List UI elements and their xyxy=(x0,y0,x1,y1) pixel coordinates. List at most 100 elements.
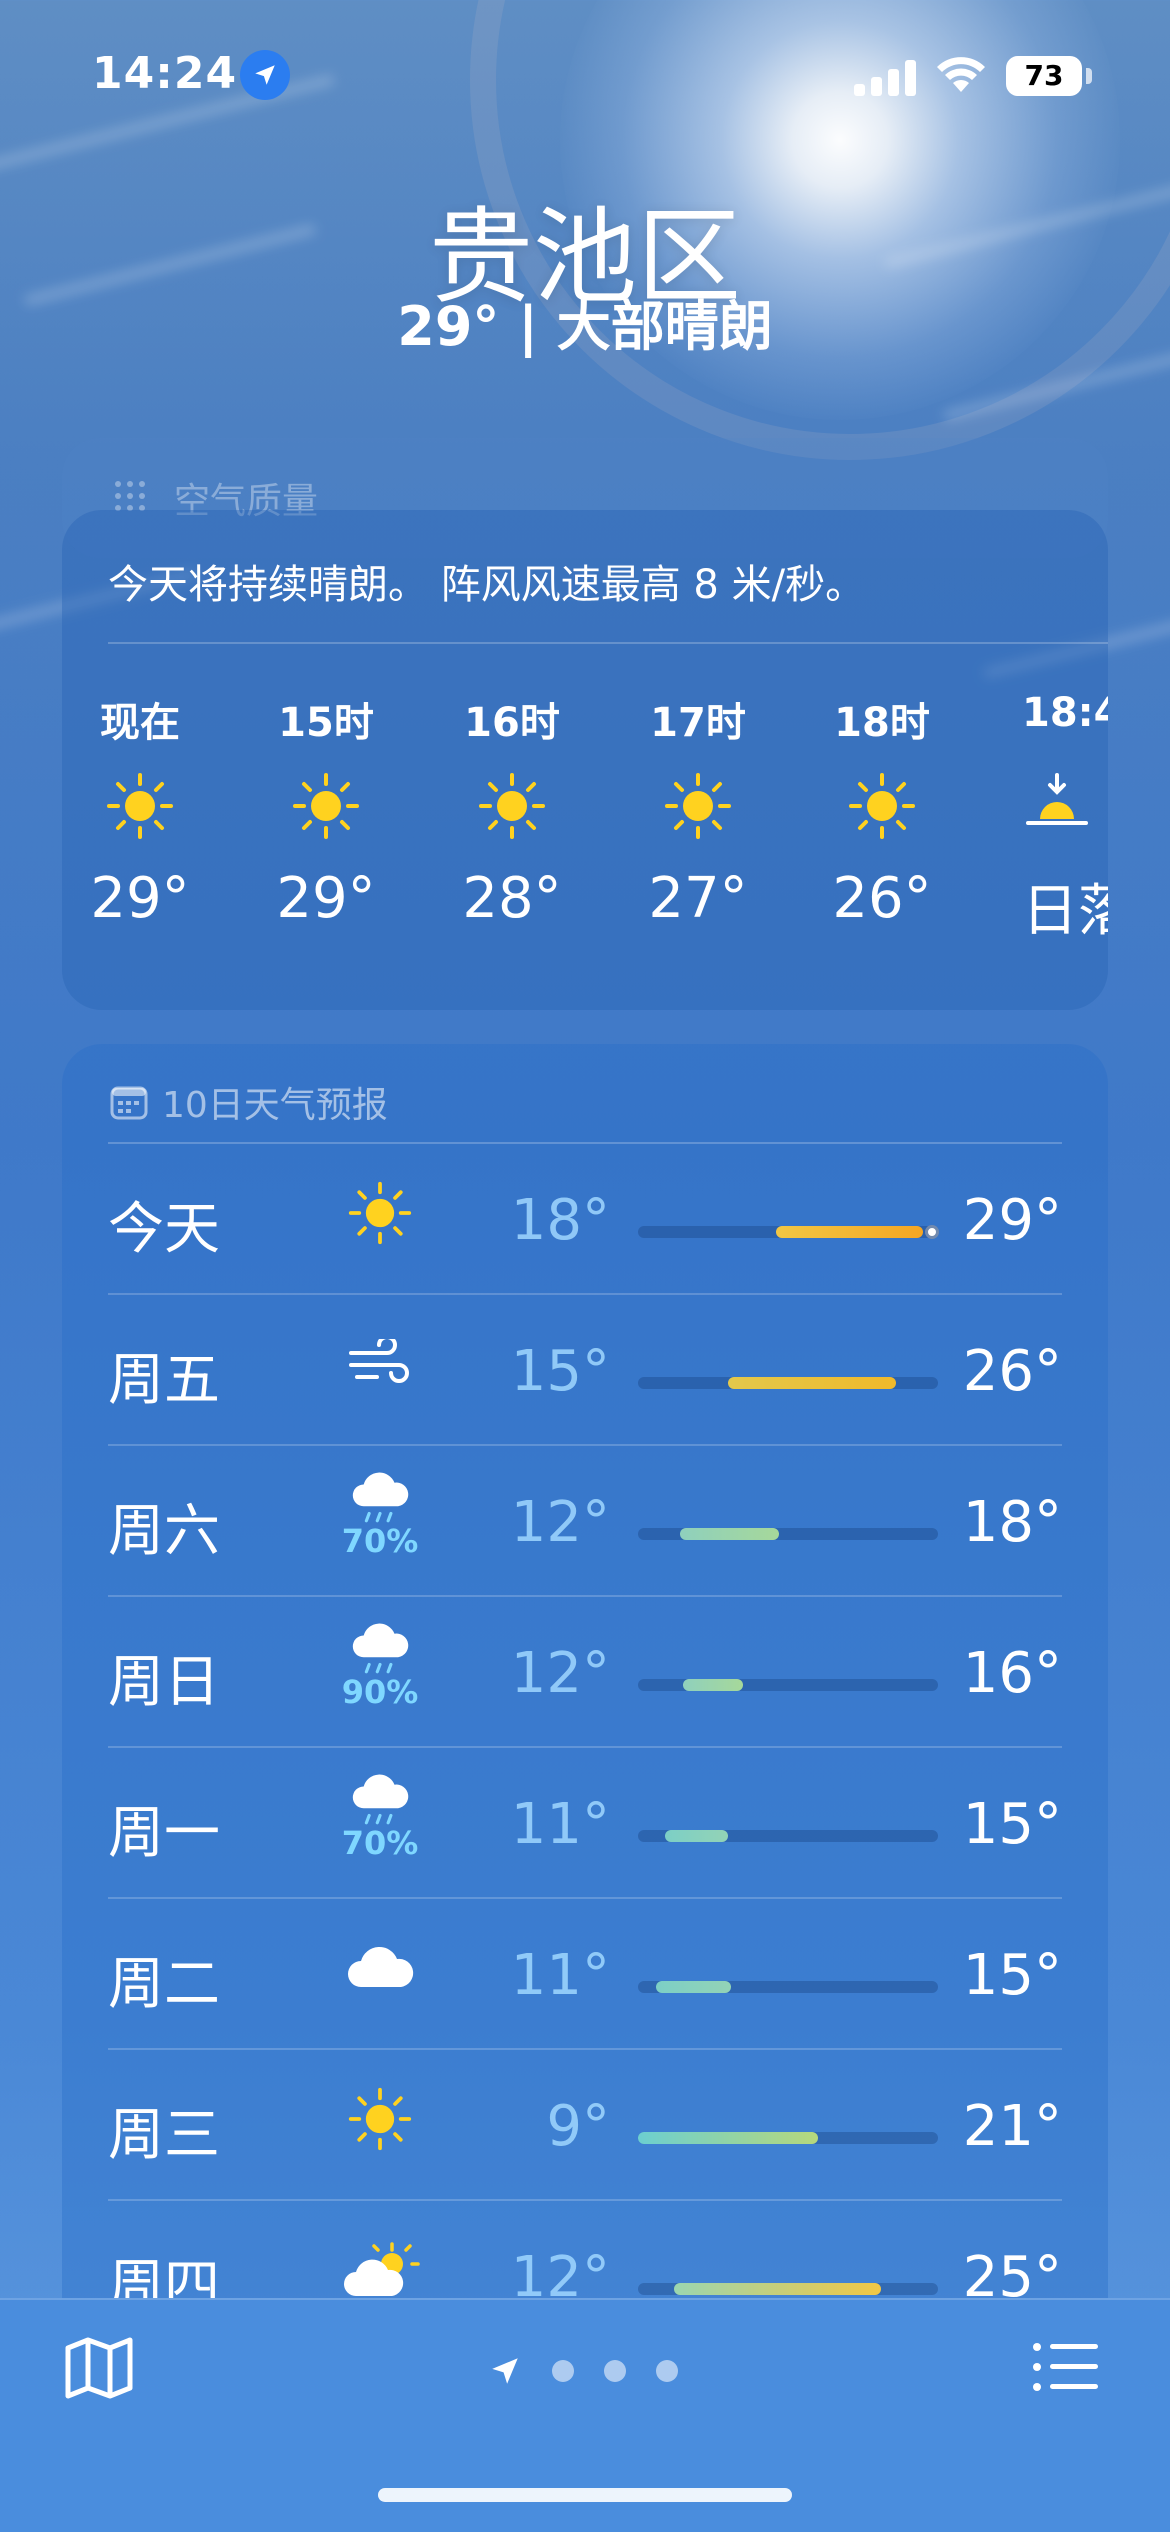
cloud-icon xyxy=(332,1923,428,2013)
current-temp-marker xyxy=(925,1225,939,1239)
hour-item[interactable]: 18:4 日落 xyxy=(988,690,1108,947)
hour-label: 18:4 xyxy=(1022,690,1108,736)
hour-item[interactable]: 现在 29° xyxy=(60,690,220,931)
forecast-high: 26° xyxy=(962,1339,1062,1404)
temp-range-track xyxy=(638,1679,938,1691)
city-list-button[interactable] xyxy=(1032,2342,1100,2396)
sun-icon xyxy=(849,773,915,839)
page-dot[interactable] xyxy=(552,2360,574,2382)
page-indicator[interactable] xyxy=(488,2354,678,2388)
hour-temp: 28° xyxy=(462,866,562,931)
hour-label: 15时 xyxy=(278,700,374,746)
rain-cloud-icon: 70% xyxy=(332,1470,428,1560)
forecast-title: 10日天气预报 xyxy=(162,1085,388,1126)
hour-label: 17时 xyxy=(650,700,746,746)
temp-range-bar xyxy=(656,1981,731,1993)
temp-range-bar xyxy=(674,2283,881,2295)
location-arrow-icon xyxy=(492,2358,518,2384)
forecast-day: 周五 xyxy=(108,1348,220,1413)
hourly-forecast-card[interactable]: 今天将持续晴朗。 阵风风速最高 8 米/秒。 现在 29° 15时 29° 16… xyxy=(62,510,1108,1010)
forecast-row[interactable]: 今天 18° 29° xyxy=(108,1144,1062,1295)
forecast-low: 15° xyxy=(510,1339,610,1404)
forecast-high: 15° xyxy=(962,1792,1062,1857)
temp-range-track xyxy=(638,2132,938,2144)
temp-range-bar xyxy=(776,1226,923,1238)
forecast-day: 周日 xyxy=(108,1650,220,1715)
forecast-low: 12° xyxy=(510,1490,610,1555)
location-arrow-icon xyxy=(240,50,290,100)
temp-range-bar xyxy=(683,1679,743,1691)
hour-label: 18时 xyxy=(834,700,930,746)
forecast-row[interactable]: 周三 9° 21° xyxy=(108,2050,1062,2201)
forecast-low: 9° xyxy=(546,2094,610,2159)
sun-icon xyxy=(665,773,731,839)
sunset-icon xyxy=(1026,773,1088,825)
calendar-icon xyxy=(110,1086,148,1120)
hour-item[interactable]: 16时 28° xyxy=(432,690,592,931)
home-indicator[interactable] xyxy=(378,2488,792,2502)
rain-cloud-icon: 90% xyxy=(332,1621,428,1711)
temp-range-track xyxy=(638,1981,938,1993)
hourly-divider xyxy=(108,642,1108,644)
hour-label: 现在 xyxy=(100,700,180,746)
forecast-row[interactable]: 周二 11° 15° xyxy=(108,1899,1062,2050)
temp-range-track xyxy=(638,1528,938,1540)
forecast-low: 18° xyxy=(510,1188,610,1253)
precip-chance: 90% xyxy=(341,1673,419,1711)
hour-item[interactable]: 17时 27° xyxy=(618,690,778,931)
precip-chance: 70% xyxy=(341,1522,419,1560)
forecast-high: 15° xyxy=(962,1943,1062,2008)
sun-icon xyxy=(479,773,545,839)
rain-cloud-icon: 70% xyxy=(332,1772,428,1862)
sun-icon xyxy=(332,1168,428,1258)
hour-temp: 27° xyxy=(648,866,748,931)
hour-label: 16时 xyxy=(464,700,560,746)
map-button[interactable] xyxy=(64,2336,134,2404)
sun-icon xyxy=(332,2074,428,2164)
hour-temp: 29° xyxy=(276,866,376,931)
map-icon xyxy=(65,2337,133,2399)
hour-temp: 26° xyxy=(832,866,932,931)
temp-range-track xyxy=(638,2283,938,2295)
page-dot[interactable] xyxy=(656,2360,678,2382)
temp-range-bar xyxy=(728,1377,896,1389)
forecast-row[interactable]: 周日 90% 12° 16° xyxy=(108,1597,1062,1748)
forecast-row[interactable]: 周一 70% 11° 15° xyxy=(108,1748,1062,1899)
temp-range-track xyxy=(638,1830,938,1842)
hour-item[interactable]: 18时 26° xyxy=(802,690,962,931)
battery-indicator: 73 xyxy=(1006,56,1082,96)
temp-range-bar xyxy=(680,1528,779,1540)
hour-temp: 日落 xyxy=(1022,879,1108,944)
forecast-low: 11° xyxy=(510,1943,610,2008)
current-condition: 29° | 大部晴朗 xyxy=(397,295,773,358)
forecast-day: 今天 xyxy=(108,1197,220,1262)
forecast-day: 周六 xyxy=(108,1499,220,1564)
temp-range-bar xyxy=(638,2132,818,2144)
precip-chance: 70% xyxy=(341,1824,419,1862)
hour-item[interactable]: 15时 29° xyxy=(246,690,406,931)
temp-range-track xyxy=(638,1377,938,1389)
battery-tip xyxy=(1086,68,1092,84)
forecast-high: 16° xyxy=(962,1641,1062,1706)
forecast-low: 12° xyxy=(510,1641,610,1706)
forecast-low: 11° xyxy=(510,1792,610,1857)
wifi-icon xyxy=(935,54,987,98)
list-icon xyxy=(1033,2343,1098,2391)
sun-icon xyxy=(107,773,173,839)
temp-range-bar xyxy=(665,1830,728,1842)
forecast-day: 周二 xyxy=(108,1952,220,2017)
status-time: 14:24 xyxy=(92,48,238,99)
forecast-day: 周三 xyxy=(108,2103,220,2168)
forecast-row[interactable]: 周五 15° 26° xyxy=(108,1295,1062,1446)
page-dot[interactable] xyxy=(604,2360,626,2382)
forecast-high: 18° xyxy=(962,1490,1062,1555)
forecast-high: 21° xyxy=(962,2094,1062,2159)
hour-temp: 29° xyxy=(90,866,190,931)
wind-icon xyxy=(332,1319,428,1409)
forecast-high: 29° xyxy=(962,1188,1062,1253)
forecast-day: 周一 xyxy=(108,1801,220,1866)
temp-range-track xyxy=(638,1225,939,1239)
forecast-row[interactable]: 周六 70% 12° 18° xyxy=(108,1446,1062,1597)
sun-icon xyxy=(293,773,359,839)
hourly-summary: 今天将持续晴朗。 阵风风速最高 8 米/秒。 xyxy=(108,562,866,608)
